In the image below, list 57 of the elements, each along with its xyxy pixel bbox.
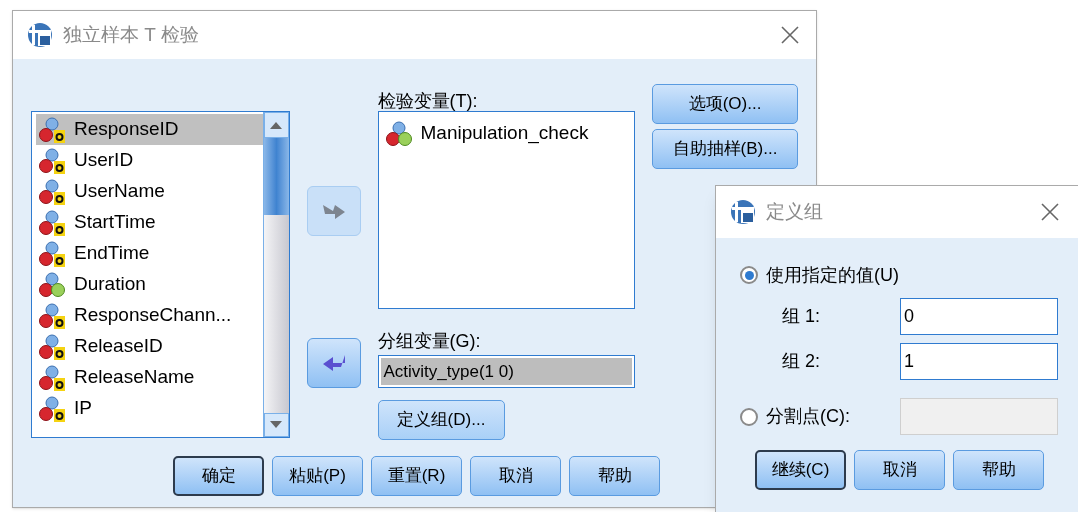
group-label: 组 2: [782, 350, 821, 373]
string-variable-icon [38, 209, 66, 236]
radio-option[interactable]: 分割点(C): [740, 401, 900, 432]
group-value-field[interactable]: 1 [900, 343, 1058, 380]
variable-item[interactable]: IP [36, 393, 263, 424]
variable-item[interactable]: ReleaseID [36, 331, 263, 362]
dialog-button[interactable]: 重置(R) [371, 456, 462, 496]
variable-item[interactable]: ResponseChann... [36, 300, 263, 331]
define-groups-button[interactable]: 定义组(D)... [377, 400, 505, 440]
dialog-button[interactable]: 取消 [854, 450, 945, 490]
variable-item[interactable]: ReleaseName [36, 362, 263, 393]
scroll-down-icon[interactable] [269, 421, 283, 429]
dialog-button[interactable]: 自助抽样(B)... [652, 129, 798, 169]
dialog-button[interactable]: 继续(C) [755, 450, 846, 490]
string-variable-icon [38, 395, 66, 422]
grouping-variable-field[interactable]: Activity_type(1 0) [377, 355, 635, 388]
string-variable-icon [38, 240, 66, 267]
dialog-button[interactable]: 粘贴(P) [272, 456, 363, 496]
move-back-button[interactable] [306, 338, 361, 388]
radio-button[interactable] [740, 407, 758, 426]
variable-item[interactable]: StartTime [36, 207, 263, 238]
variable-item[interactable]: UserName [36, 176, 263, 207]
close-icon[interactable] [1040, 202, 1060, 222]
app-icon [730, 199, 756, 225]
string-variable-icon [38, 147, 66, 174]
scroll-thumb[interactable] [263, 138, 289, 215]
string-variable-icon [38, 302, 66, 329]
grouping-variable-label: 分组变量(G): [377, 331, 482, 351]
group-value-field[interactable]: 0 [900, 298, 1058, 335]
dialog-button[interactable]: 帮助 [569, 456, 660, 496]
scroll-up-icon[interactable] [269, 121, 283, 129]
variable-item[interactable]: ResponseID [36, 114, 263, 145]
variable-item[interactable]: Duration [36, 269, 263, 300]
group-label: 组 1: [782, 305, 821, 328]
test-variables-list[interactable]: Manipulation_check [377, 111, 635, 309]
dialog-button[interactable]: 帮助 [953, 450, 1044, 490]
scale-variable-icon [384, 120, 413, 147]
window-title: 定义组 [766, 199, 823, 224]
radio-option[interactable]: 使用指定的值(U) [740, 260, 1078, 290]
radio-button[interactable] [740, 266, 758, 284]
app-icon [27, 22, 53, 48]
dialog-button[interactable]: 选项(O)... [652, 84, 798, 124]
variable-item[interactable]: UserID [36, 145, 263, 176]
variable-item[interactable]: EndTime [36, 238, 263, 269]
scale-variable-icon [38, 271, 66, 298]
window-title: 独立样本 T 检验 [63, 22, 199, 47]
close-icon[interactable] [780, 25, 800, 45]
string-variable-icon [38, 333, 66, 360]
variable-list[interactable]: ResponseID UserID UserName StartTime EndTime Duration ResponseChann... ReleaseID ReleaseName IP [31, 111, 290, 438]
test-variables-label: 检验变量(T): [377, 91, 479, 111]
dialog-button[interactable]: 确定 [173, 456, 264, 496]
string-variable-icon [38, 116, 66, 143]
scrollbar[interactable] [262, 112, 289, 437]
string-variable-icon [38, 178, 66, 205]
string-variable-icon [38, 364, 66, 391]
dialog-button[interactable]: 取消 [470, 456, 561, 496]
variable-item[interactable]: Manipulation_check [384, 118, 634, 149]
